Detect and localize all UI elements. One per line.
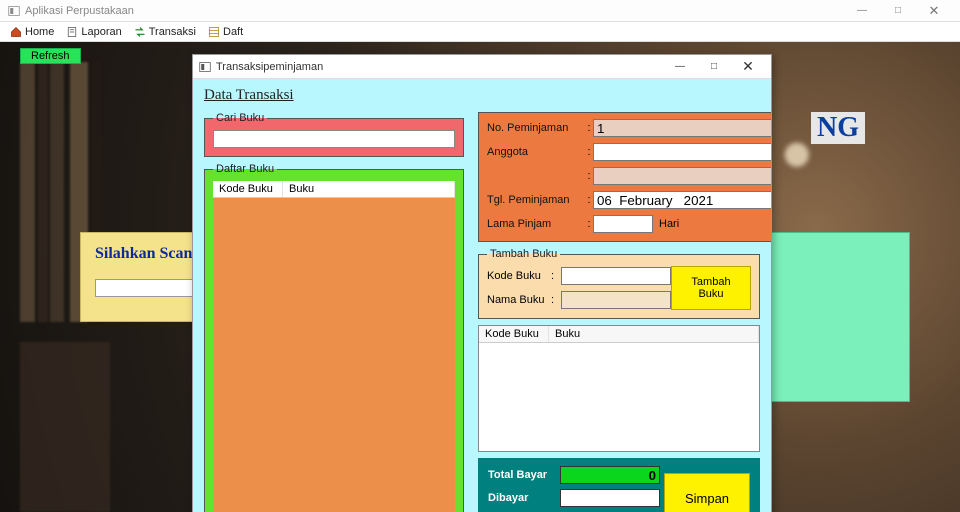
colon: : <box>585 170 593 182</box>
lama-wrap: Hari <box>593 215 771 233</box>
book-list-header: Kode Buku Buku <box>213 181 455 198</box>
main-minimize-button[interactable]: — <box>844 0 880 22</box>
main-window: Aplikasi Perpustakaan — □ ✕ Home Laporan… <box>0 0 960 512</box>
dialog-body: Data Transaksi Cari Buku Daftar Buku <box>193 79 771 512</box>
main-titlebar: Aplikasi Perpustakaan — □ ✕ <box>0 0 960 22</box>
report-icon <box>66 26 78 38</box>
col-buku: Buku <box>283 181 455 197</box>
menu-daftar[interactable]: Daft <box>202 22 249 41</box>
home-icon <box>10 26 22 38</box>
dibayar-field[interactable] <box>560 489 660 507</box>
colon: : <box>585 122 593 134</box>
book-listview[interactable]: Kode Buku Buku <box>213 181 455 512</box>
loan-info-group: No. Peminjaman : Anggota : : Tgl. Peminj… <box>478 112 771 242</box>
total-bayar-label: Total Bayar <box>488 469 560 481</box>
menu-transaksi-label: Transaksi <box>149 26 196 38</box>
lama-field[interactable] <box>593 215 653 233</box>
total-bayar-field[interactable] <box>560 466 660 484</box>
colon: : <box>551 270 561 282</box>
search-book-legend: Cari Buku <box>213 112 267 124</box>
tgl-label: Tgl. Peminjaman <box>487 194 585 206</box>
date-picker: ▾ <box>593 191 771 209</box>
selected-books-list[interactable]: Kode Buku Buku <box>478 325 760 452</box>
menu-home[interactable]: Home <box>4 22 60 41</box>
menu-laporan[interactable]: Laporan <box>60 22 127 41</box>
dialog-minimize-button[interactable]: — <box>663 56 697 78</box>
sel-col-kode: Kode Buku <box>479 326 549 342</box>
refresh-button[interactable]: Refresh <box>20 48 81 64</box>
no-peminjaman-field[interactable] <box>593 119 771 137</box>
dialog-icon <box>199 61 211 73</box>
search-book-input[interactable] <box>213 130 455 148</box>
menu-transaksi[interactable]: Transaksi <box>128 22 202 41</box>
search-book-group: Cari Buku <box>204 112 464 157</box>
colon: : <box>585 194 593 206</box>
add-book-button[interactable]: Tambah Buku <box>671 266 751 310</box>
book-list-group: Daftar Buku Kode Buku Buku <box>204 163 464 512</box>
lama-unit: Hari <box>659 218 679 230</box>
content-area: Refresh NG Silahkan Scan Kar Transaksipe… <box>0 42 960 512</box>
nama-buku-field[interactable] <box>561 291 671 309</box>
main-title: Aplikasi Perpustakaan <box>25 5 844 17</box>
lama-label: Lama Pinjam <box>487 218 585 230</box>
no-peminjaman-label: No. Peminjaman <box>487 122 585 134</box>
app-icon <box>8 5 20 17</box>
dialog-columns: Cari Buku Daftar Buku Kode Buku Buku <box>204 112 760 512</box>
anggota-field[interactable] <box>593 143 771 161</box>
left-column: Cari Buku Daftar Buku Kode Buku Buku <box>204 112 464 512</box>
menubar: Home Laporan Transaksi Daft <box>0 22 960 42</box>
menu-daftar-label: Daft <box>223 26 243 38</box>
dialog-titlebar: Transaksipeminjaman — □ ✕ <box>193 55 771 79</box>
transaction-icon <box>134 26 146 38</box>
col-kode-buku: Kode Buku <box>213 181 283 197</box>
section-title: Data Transaksi <box>204 87 760 104</box>
add-book-legend: Tambah Buku <box>487 248 560 260</box>
main-maximize-button[interactable]: □ <box>880 0 916 22</box>
list-icon <box>208 26 220 38</box>
main-window-controls: — □ ✕ <box>844 0 952 22</box>
colon: : <box>585 146 593 158</box>
book-list-legend: Daftar Buku <box>213 163 277 175</box>
sel-col-buku: Buku <box>549 326 759 342</box>
totals-panel: Total Bayar Simpan Dibayar Kembalian <box>478 458 760 512</box>
add-book-group: Tambah Buku Kode Buku : Tambah Buku Nama… <box>478 248 760 319</box>
save-button[interactable]: Simpan <box>664 473 750 512</box>
nama-buku-label: Nama Buku <box>487 294 551 306</box>
transaction-dialog: Transaksipeminjaman — □ ✕ Data Transaksi… <box>192 54 772 512</box>
dialog-title: Transaksipeminjaman <box>216 61 663 73</box>
colon: : <box>551 294 561 306</box>
colon: : <box>585 218 593 230</box>
dialog-maximize-button[interactable]: □ <box>697 56 731 78</box>
kode-buku-field[interactable] <box>561 267 671 285</box>
anggota-label: Anggota <box>487 146 585 158</box>
kode-buku-label: Kode Buku <box>487 270 551 282</box>
banner-text-fragment: NG <box>811 112 865 144</box>
dialog-close-button[interactable]: ✕ <box>731 56 765 78</box>
tgl-field[interactable] <box>593 191 771 209</box>
dialog-window-controls: — □ ✕ <box>663 56 765 78</box>
right-column: No. Peminjaman : Anggota : : Tgl. Peminj… <box>478 112 760 512</box>
main-close-button[interactable]: ✕ <box>916 0 952 22</box>
dibayar-label: Dibayar <box>488 492 560 504</box>
menu-home-label: Home <box>25 26 54 38</box>
menu-laporan-label: Laporan <box>81 26 121 38</box>
selected-list-header: Kode Buku Buku <box>479 326 759 343</box>
anggota-aux-field[interactable] <box>593 167 771 185</box>
